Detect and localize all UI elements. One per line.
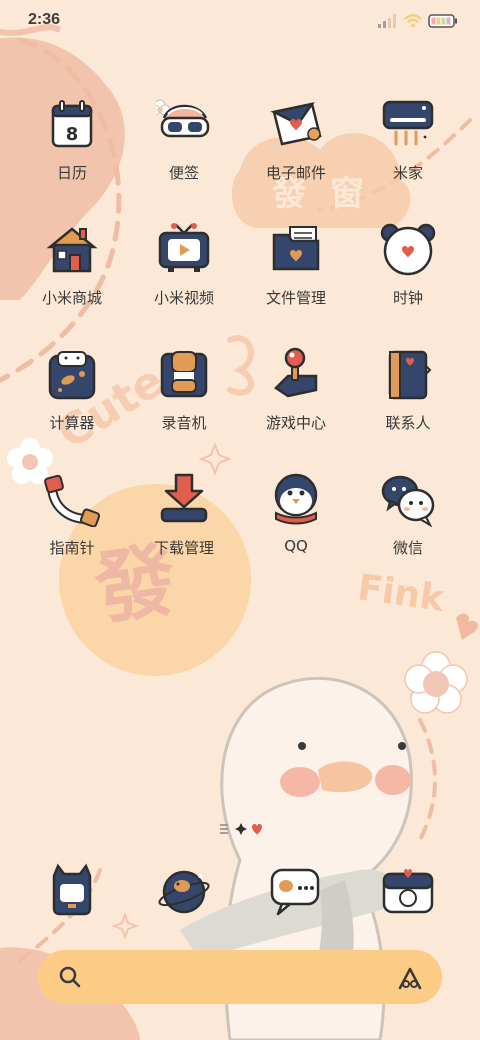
file-manager-folder-icon [272, 226, 320, 271]
qq-penguin-icon [274, 473, 318, 525]
app-label: 文件管理 [265, 289, 326, 307]
heart-icon [252, 824, 262, 835]
app-file-manager[interactable]: 文件管理 [236, 213, 356, 333]
phone-icon [52, 863, 92, 916]
app-label: 录音机 [161, 414, 207, 432]
app-label: 下载管理 [153, 539, 214, 557]
game-joystick-icon [274, 347, 318, 398]
download-arrow-icon [160, 473, 208, 523]
mi-home-heater-icon [382, 100, 434, 146]
messages-bubble-icon [270, 868, 320, 916]
status-icons [378, 12, 458, 30]
mi-video-tv-icon [158, 223, 210, 272]
calendar-icon: 8 [51, 100, 93, 148]
email-envelope-icon [270, 102, 322, 146]
app-clock[interactable]: 时钟 [348, 213, 468, 333]
pages-menu-icon [220, 824, 228, 834]
dock-camera[interactable] [348, 862, 468, 932]
search-bar[interactable] [38, 950, 442, 1004]
app-label: 日历 [56, 164, 87, 182]
app-label: 米家 [392, 164, 423, 182]
app-mi-home[interactable]: 米家 [348, 88, 468, 208]
app-compass[interactable]: 指南针 [12, 463, 132, 583]
mi-store-house-icon [46, 227, 98, 273]
calculator-icon [48, 351, 96, 400]
camera-icon [382, 869, 434, 914]
app-email[interactable]: 电子邮件 [236, 88, 356, 208]
app-download-manager[interactable]: 下载管理 [124, 463, 244, 583]
sparkle-icon [235, 823, 247, 835]
dock-browser[interactable] [124, 862, 244, 932]
compass-icon [44, 474, 100, 527]
app-label: 时钟 [392, 289, 423, 307]
svg-text:8: 8 [66, 124, 79, 145]
signal-icon [378, 14, 396, 28]
app-label: 指南针 [49, 539, 95, 557]
app-label: 小米商城 [41, 289, 102, 307]
notes-goggles-icon [156, 99, 210, 138]
wifi-icon [404, 14, 422, 28]
status-bar: 2:36 [0, 0, 480, 44]
status-time: 2:36 [28, 11, 61, 28]
recorder-icon [160, 351, 208, 398]
dock-phone[interactable] [12, 862, 132, 932]
app-recorder[interactable]: 录音机 [124, 338, 244, 458]
app-mi-video[interactable]: 小米视频 [124, 213, 244, 333]
search-icon[interactable] [56, 963, 84, 991]
battery-icon [428, 14, 457, 28]
app-game-center[interactable]: 游戏中心 [236, 338, 356, 458]
app-contacts[interactable]: 联系人 [348, 338, 468, 458]
page-indicator[interactable] [214, 820, 270, 838]
clock-bear-icon [380, 223, 436, 276]
assistant-icon[interactable] [396, 964, 424, 992]
app-label: 电子邮件 [265, 164, 326, 182]
wechat-bubbles-icon [381, 475, 435, 527]
app-mi-store[interactable]: 小米商城 [12, 213, 132, 333]
contacts-book-icon [388, 350, 432, 400]
app-calendar[interactable]: 8 日历 [12, 88, 132, 208]
dock-messages[interactable] [236, 862, 356, 932]
browser-planet-icon [158, 870, 210, 914]
app-label: 便签 [168, 164, 199, 182]
app-label: QQ [284, 537, 308, 555]
app-label: 联系人 [385, 414, 431, 432]
app-qq[interactable]: QQ [236, 463, 356, 583]
app-notes[interactable]: 便签 [124, 88, 244, 208]
app-label: 微信 [392, 539, 423, 557]
app-wechat[interactable]: 微信 [348, 463, 468, 583]
app-label: 游戏中心 [265, 414, 326, 432]
app-label: 小米视频 [153, 289, 214, 307]
app-calculator[interactable]: 计算器 [12, 338, 132, 458]
app-label: 计算器 [49, 414, 95, 432]
